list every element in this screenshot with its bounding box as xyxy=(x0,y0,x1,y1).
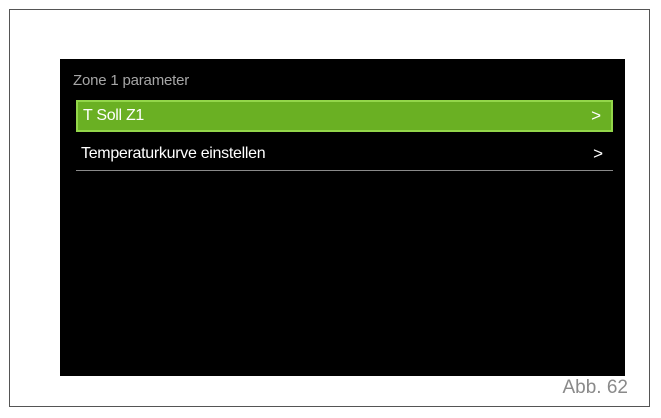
figure-caption: Abb. 62 xyxy=(562,377,629,398)
menu-item-label: T Soll Z1 xyxy=(83,107,145,124)
figure-frame: Zone 1 parameter T Soll Z1 > Temperaturk… xyxy=(9,9,650,407)
chevron-right-icon: > xyxy=(591,106,601,125)
device-display: Zone 1 parameter T Soll Z1 > Temperaturk… xyxy=(60,59,625,376)
menu-item-label: Temperaturkurve einstellen xyxy=(81,144,266,162)
screen-title: Zone 1 parameter xyxy=(73,72,190,89)
chevron-right-icon: > xyxy=(593,143,603,163)
menu-item-t-soll-z1[interactable]: T Soll Z1 > xyxy=(76,100,613,132)
menu-item-temperaturkurve[interactable]: Temperaturkurve einstellen > xyxy=(76,137,613,171)
